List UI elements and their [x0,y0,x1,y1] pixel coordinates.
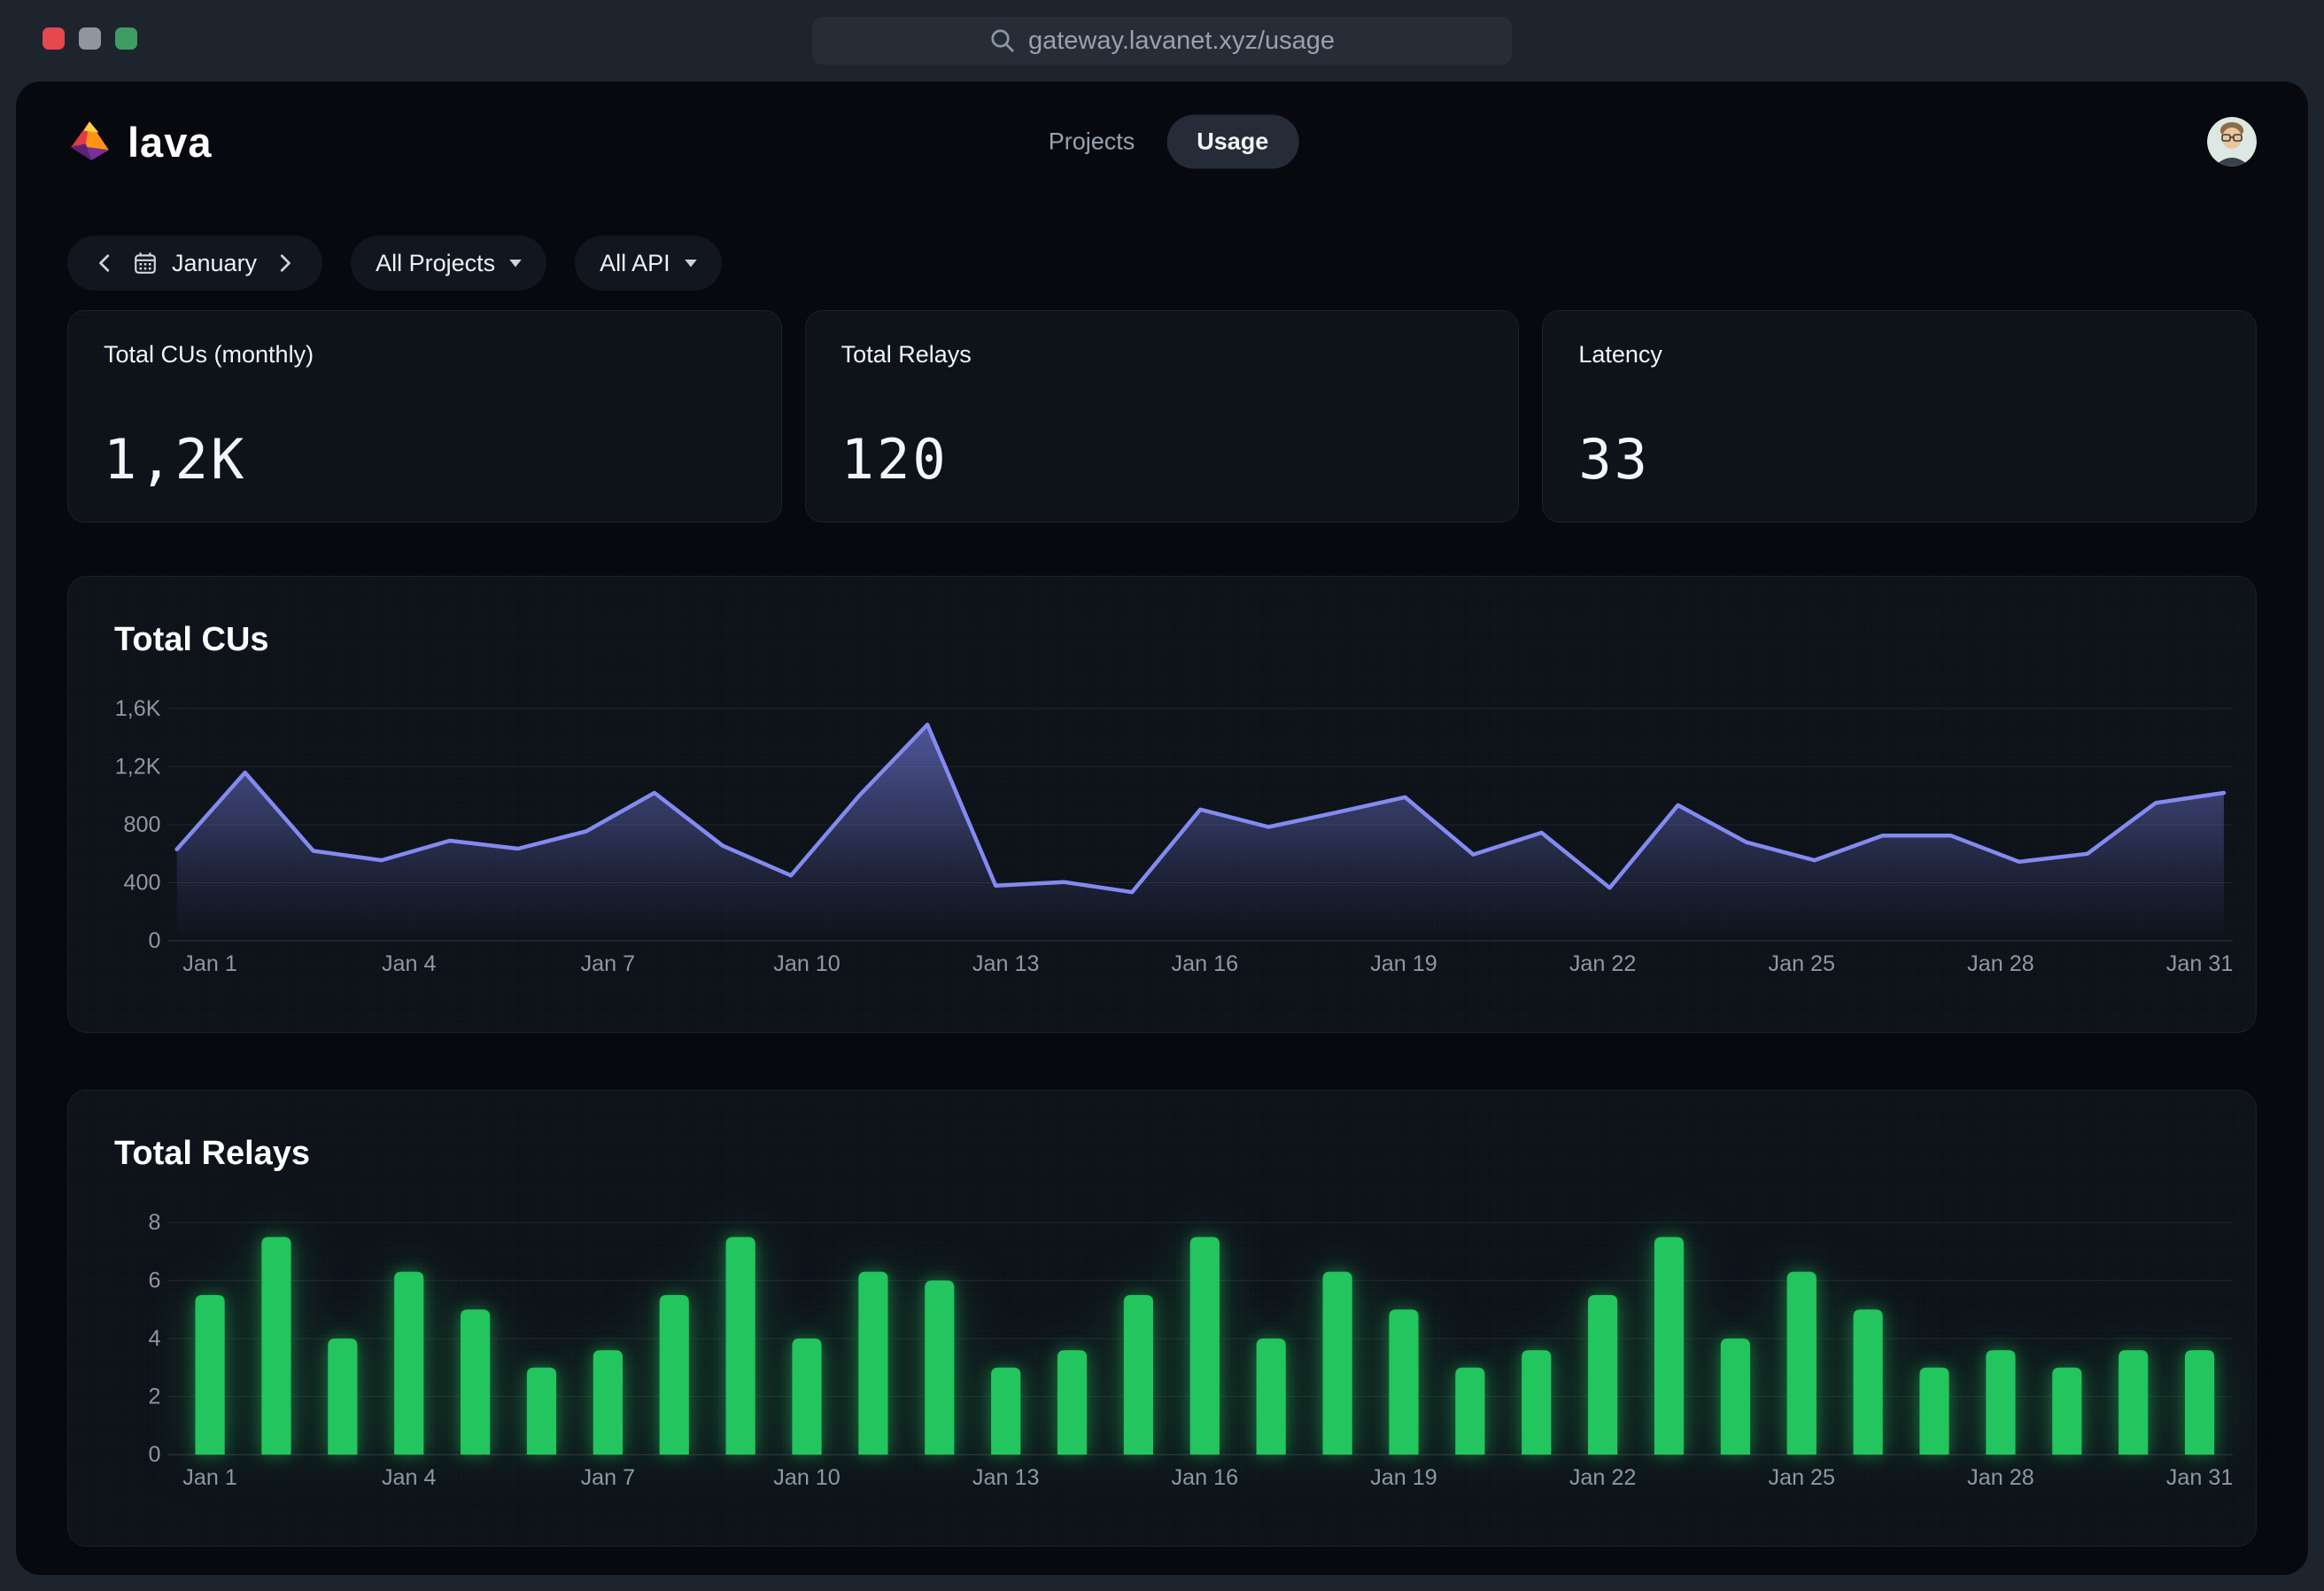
svg-text:Jan 22: Jan 22 [1569,1465,1637,1490]
previous-month-button[interactable] [92,253,119,273]
api-filter-label: All API [600,250,670,277]
svg-text:Jan 7: Jan 7 [581,951,636,976]
svg-text:Jan 25: Jan 25 [1768,1465,1835,1490]
svg-text:6: 6 [149,1269,161,1293]
stat-card-latency: Latency 33 [1542,310,2257,523]
filter-bar: January All Projects All API [67,236,2257,291]
svg-text:Jan 28: Jan 28 [1967,1465,2034,1490]
svg-text:Jan 13: Jan 13 [972,1465,1040,1490]
zoom-window-button[interactable] [115,27,137,50]
user-avatar[interactable] [2207,117,2257,167]
svg-text:Jan 16: Jan 16 [1172,1465,1239,1490]
lava-logo[interactable]: lava [67,118,212,167]
nav-tab-usage[interactable]: Usage [1166,115,1298,169]
projects-filter-dropdown[interactable]: All Projects [351,236,546,291]
svg-text:Jan 31: Jan 31 [2166,951,2234,976]
main-nav: Projects Usage [1026,115,1299,169]
url-text: gateway.lavanet.xyz/usage [1028,27,1335,56]
svg-text:Jan 4: Jan 4 [382,951,437,976]
svg-text:400: 400 [124,871,161,896]
svg-text:0: 0 [149,928,161,953]
close-window-button[interactable] [43,27,65,50]
app-panel: lava Projects Usage [16,81,2308,1575]
month-label: January [172,250,257,277]
stat-value: 33 [1578,427,2220,492]
svg-text:Jan 28: Jan 28 [1967,951,2034,976]
total-cus-area-chart: 0 400 800 1,2K 1,6K Jan 1 Jan 4 Jan 7 Jan 10 Jan … [91,671,2233,990]
chevron-down-icon [509,260,522,268]
app-header: lava Projects Usage [67,105,2257,179]
svg-text:Jan 19: Jan 19 [1370,1465,1437,1490]
svg-text:Jan 25: Jan 25 [1768,951,1835,976]
svg-text:Jan 22: Jan 22 [1569,951,1637,976]
stat-card-total-relays: Total Relays 120 [805,310,1520,523]
svg-text:Jan 4: Jan 4 [382,1465,437,1490]
stat-cards-row: Total CUs (monthly) 1,2K Total Relays 12… [67,310,2257,523]
stat-value: 1,2K [104,427,746,492]
window-controls [43,27,137,50]
svg-text:Jan 7: Jan 7 [581,1465,636,1490]
month-selector[interactable]: January [67,236,322,291]
svg-text:0: 0 [149,1442,161,1467]
api-filter-dropdown[interactable]: All API [575,236,722,291]
svg-text:Jan 10: Jan 10 [773,1465,841,1490]
nav-tab-projects[interactable]: Projects [1026,115,1158,169]
svg-text:1,6K: 1,6K [115,696,161,721]
svg-text:2: 2 [149,1385,161,1409]
chart-title: Total Relays [114,1135,2233,1173]
lava-pyramid-icon [67,120,112,164]
stat-label: Total CUs (monthly) [104,341,746,369]
svg-text:Jan 10: Jan 10 [773,951,841,976]
total-cus-chart-panel: Total CUs 0 400 800 1,2K 1,6K Jan 1 Jan 4 Jan 7… [67,576,2257,1033]
svg-text:8: 8 [149,1210,161,1235]
calendar-icon [133,251,158,276]
stat-value: 120 [841,427,1483,492]
total-relays-bar-chart: 0 2 4 6 8 Jan 1 Jan 4 Jan 7 Jan 10 Jan 13 Jan 16 Ja… [91,1185,2233,1504]
total-relays-chart-panel: Total Relays 0 2 4 6 8 Jan 1 Jan 4 Jan 7 Jan 10 J… [67,1090,2257,1547]
stat-label: Total Relays [841,341,1483,369]
svg-text:1,2K: 1,2K [115,755,161,780]
browser-titlebar: gateway.lavanet.xyz/usage [0,0,2324,81]
svg-text:Jan 16: Jan 16 [1172,951,1239,976]
chart-title: Total CUs [114,621,2233,659]
brand-wordmark: lava [128,118,212,167]
svg-text:Jan 19: Jan 19 [1370,951,1437,976]
svg-text:Jan 13: Jan 13 [972,951,1040,976]
svg-text:Jan 1: Jan 1 [182,1465,237,1490]
minimize-window-button[interactable] [79,27,101,50]
svg-text:Jan 1: Jan 1 [182,951,237,976]
address-bar[interactable]: gateway.lavanet.xyz/usage [812,17,1512,65]
projects-filter-label: All Projects [376,250,495,277]
chevron-down-icon [685,260,697,268]
stat-card-total-cus: Total CUs (monthly) 1,2K [67,310,782,523]
search-icon [989,27,1016,54]
svg-text:Jan 31: Jan 31 [2166,1465,2234,1490]
svg-text:800: 800 [124,812,161,837]
svg-text:4: 4 [149,1326,161,1351]
next-month-button[interactable] [271,253,298,273]
stat-label: Latency [1578,341,2220,369]
